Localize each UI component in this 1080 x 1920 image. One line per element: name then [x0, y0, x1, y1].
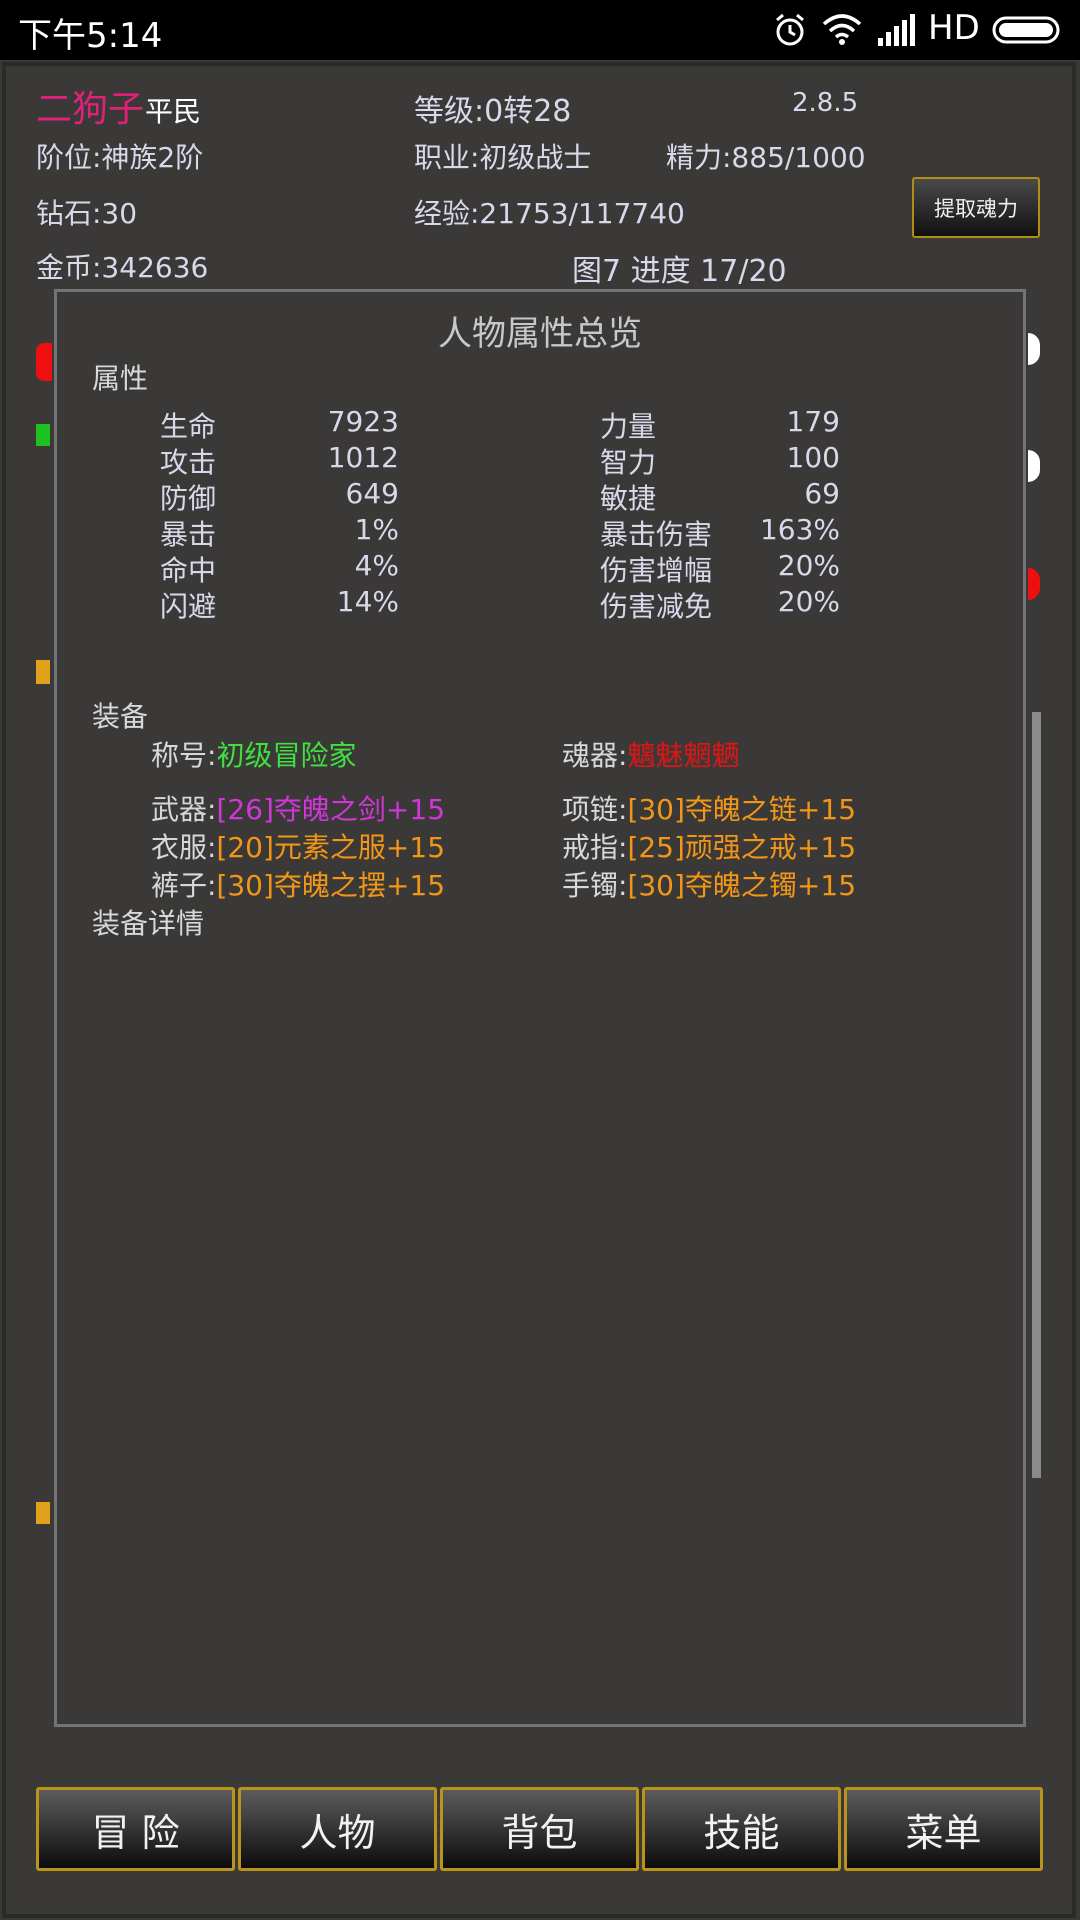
player-job: 职业:初级战士 — [414, 141, 592, 174]
attr-value: 7923 — [327, 405, 399, 438]
equip-clothes-row: 衣服:[20]元素之服+15 — [151, 826, 445, 866]
attr-label: 生命 — [160, 410, 217, 443]
equip-pants-value[interactable]: [30]夺魄之摆+15 — [216, 869, 445, 902]
equip-title-row: 称号:初级冒险家 — [151, 734, 356, 774]
attr-label: 伤害增幅 — [600, 554, 713, 587]
nav-menu-button[interactable]: 菜单 — [844, 1787, 1043, 1871]
player-name: 二狗子 — [36, 89, 145, 130]
equip-necklace-value[interactable]: [30]夺魄之链+15 — [627, 793, 856, 826]
extract-soul-button[interactable]: 提取魂力 — [912, 177, 1040, 238]
network-type: HD — [928, 8, 980, 48]
attr-value: 1012 — [327, 441, 399, 474]
equip-clothes-value[interactable]: [20]元素之服+15 — [216, 831, 445, 864]
equip-necklace-label: 项链: — [562, 793, 628, 826]
nav-adventure-button[interactable]: 冒 险 — [36, 1787, 235, 1871]
equip-clothes-label: 衣服: — [151, 831, 217, 864]
equip-bracelet-row: 手镯:[30]夺魄之镯+15 — [562, 864, 856, 904]
battery-icon — [992, 16, 1060, 44]
equip-necklace-row: 项链:[30]夺魄之链+15 — [562, 788, 856, 828]
dialog-title: 人物属性总览 — [438, 314, 642, 354]
attr-value: 100 — [786, 441, 840, 474]
player-diamond: 钻石:30 — [36, 197, 138, 230]
player-level: 等级:0转28 — [414, 94, 572, 129]
equip-weapon-value[interactable]: [26]夺魄之剑+15 — [216, 793, 445, 826]
left-orange-label-fragment — [36, 660, 50, 684]
map-progress: 图7 进度 17/20 — [572, 254, 787, 289]
equip-weapon-label: 武器: — [151, 793, 217, 826]
player-gold: 金币:342636 — [36, 251, 209, 284]
attr-value: 69 — [804, 477, 840, 510]
status-time: 下午5:14 — [18, 16, 163, 56]
attr-label: 伤害减免 — [600, 590, 713, 623]
equip-ring-row: 戒指:[25]顽强之戒+15 — [562, 826, 856, 866]
equip-bracelet-value[interactable]: [30]夺魄之镯+15 — [627, 869, 856, 902]
attr-label: 敏捷 — [600, 482, 657, 515]
status-bar: 下午5:14 HD — [0, 0, 1080, 60]
attribute-overview-dialog: 人物属性总览 属性 生命 7923 攻击 1012 防御 649 暴击 1% 命… — [54, 289, 1026, 1727]
nav-backpack-button[interactable]: 背包 — [440, 1787, 639, 1871]
equip-soul-label: 魂器: — [562, 739, 628, 772]
equip-title-value[interactable]: 初级冒险家 — [216, 739, 356, 772]
nav-skills-button[interactable]: 技能 — [642, 1787, 841, 1871]
equip-ring-label: 戒指: — [562, 831, 628, 864]
wifi-icon — [822, 14, 862, 45]
attr-label: 智力 — [600, 446, 657, 479]
attr-label: 暴击伤害 — [600, 518, 713, 551]
player-rank-title: 平民 — [145, 95, 202, 128]
attributes-section-heading: 属性 — [92, 362, 149, 395]
player-energy: 精力:885/1000 — [666, 141, 866, 174]
attr-value: 163% — [759, 513, 840, 546]
attr-label: 力量 — [600, 410, 657, 443]
game-version: 2.8.5 — [792, 88, 859, 118]
left-toggle-red[interactable] — [36, 343, 52, 381]
attr-value: 20% — [777, 549, 840, 582]
equipment-section-heading: 装备 — [92, 700, 149, 733]
player-exp: 经验:21753/117740 — [414, 197, 685, 230]
equipment-detail-link[interactable]: 装备详情 — [92, 902, 204, 942]
equip-pants-label: 裤子: — [151, 869, 217, 902]
attr-label: 暴击 — [160, 518, 217, 551]
alarm-icon — [776, 13, 804, 46]
equip-ring-value[interactable]: [25]顽强之戒+15 — [627, 831, 856, 864]
signal-icon — [878, 14, 915, 46]
player-tier: 阶位:神族2阶 — [36, 141, 204, 174]
equip-bracelet-label: 手镯: — [562, 869, 628, 902]
attr-value: 4% — [354, 549, 399, 582]
equip-title-label: 称号: — [151, 739, 217, 772]
equip-soul-row: 魂器:魑魅魍魉 — [562, 734, 739, 774]
attr-value: 179 — [786, 405, 840, 438]
attr-label: 攻击 — [160, 446, 217, 479]
nav-character-button[interactable]: 人物 — [238, 1787, 437, 1871]
attr-label: 闪避 — [160, 590, 217, 623]
attr-value: 14% — [336, 585, 399, 618]
scrollbar[interactable] — [1032, 712, 1041, 1478]
equip-pants-row: 裤子:[30]夺魄之摆+15 — [151, 864, 445, 904]
attr-value: 649 — [345, 477, 399, 510]
attr-value: 20% — [777, 585, 840, 618]
attr-label: 命中 — [160, 554, 217, 587]
equip-weapon-row: 武器:[26]夺魄之剑+15 — [151, 788, 445, 828]
left-green-label-fragment — [36, 424, 50, 446]
left-orange-label-fragment-2 — [36, 1502, 50, 1524]
equip-soul-value[interactable]: 魑魅魍魉 — [627, 739, 739, 772]
attr-value: 1% — [354, 513, 399, 546]
attr-label: 防御 — [160, 482, 217, 515]
